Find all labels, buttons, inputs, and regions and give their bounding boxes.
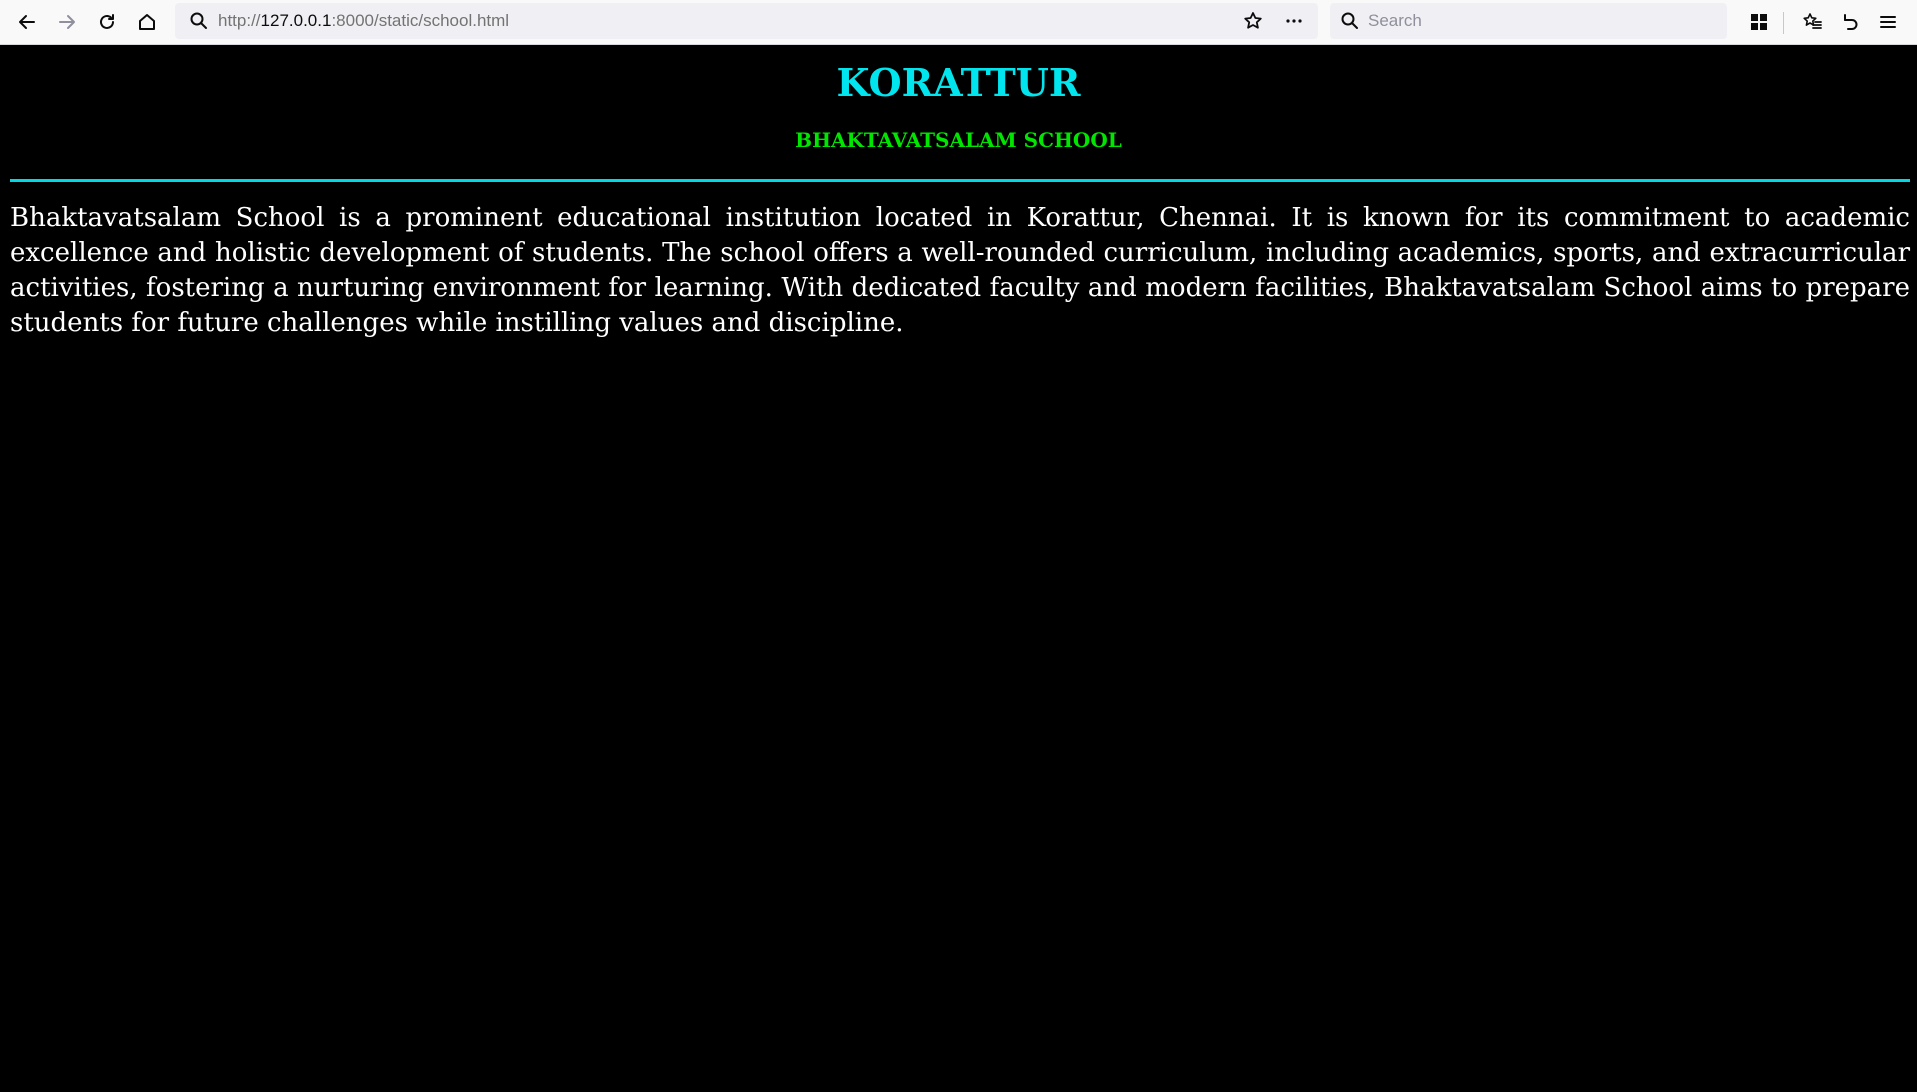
- back-button[interactable]: [9, 4, 45, 40]
- star-icon: [1244, 12, 1262, 29]
- library-button[interactable]: [1741, 4, 1777, 40]
- library-icon: [1751, 14, 1767, 30]
- search-icon: [190, 12, 207, 29]
- page-content: KORATTUR BHAKTAVATSALAM SCHOOL Bhaktavat…: [0, 45, 1917, 1092]
- bookmark-star-button[interactable]: [1235, 3, 1271, 39]
- page-actions-button[interactable]: [1276, 3, 1312, 39]
- reload-button[interactable]: [89, 4, 125, 40]
- back-icon: [19, 15, 35, 29]
- undo-icon: [1844, 14, 1858, 30]
- undo-button[interactable]: [1832, 4, 1868, 40]
- page-subtitle: BHAKTAVATSALAM SCHOOL: [795, 128, 1122, 152]
- page-title: KORATTUR: [836, 60, 1081, 105]
- url-path: :8000/static/school.html: [331, 11, 510, 30]
- menu-icon: [1880, 16, 1896, 28]
- bookmarks-icon: [1803, 13, 1822, 29]
- toolbar-separator: [1783, 12, 1784, 34]
- url-prefix: http://: [218, 11, 261, 30]
- url-text[interactable]: http://127.0.0.1:8000/static/school.html: [218, 3, 509, 39]
- menu-button[interactable]: [1870, 4, 1906, 40]
- forward-button[interactable]: [49, 4, 85, 40]
- url-bar[interactable]: http://127.0.0.1:8000/static/school.html: [175, 3, 1318, 39]
- forward-icon: [59, 15, 75, 29]
- bookmarks-button[interactable]: [1795, 4, 1831, 40]
- search-icon: [1341, 12, 1358, 29]
- reload-icon: [100, 14, 114, 29]
- search-bar[interactable]: [1330, 3, 1727, 39]
- description-paragraph: Bhaktavatsalam School is a prominent edu…: [10, 203, 1910, 338]
- browser-toolbar: http://127.0.0.1:8000/static/school.html: [0, 0, 1917, 45]
- horizontal-rule: [10, 179, 1910, 182]
- home-button[interactable]: [129, 4, 165, 40]
- url-host: 127.0.0.1: [260, 11, 332, 30]
- search-input[interactable]: [1368, 3, 1718, 39]
- more-icon: [1286, 19, 1302, 23]
- home-icon: [139, 14, 155, 30]
